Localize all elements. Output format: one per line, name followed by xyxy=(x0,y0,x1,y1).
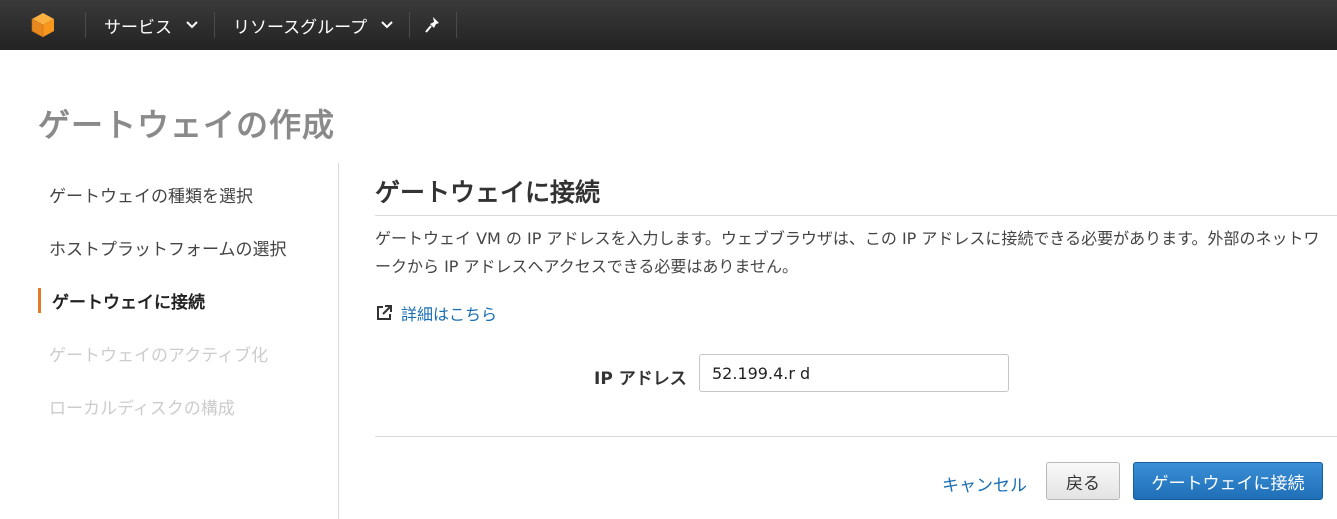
step-label: ホストプラットフォームの選択 xyxy=(49,240,287,260)
resource-groups-menu[interactable]: リソースグループ xyxy=(215,0,409,50)
aws-logo[interactable] xyxy=(0,0,85,50)
chevron-down-icon xyxy=(186,21,198,29)
panel-title: ゲートウェイに接続 xyxy=(375,178,601,207)
ip-address-label: IP アドレス xyxy=(594,369,687,389)
services-label: サービス xyxy=(104,17,172,38)
pin-button[interactable] xyxy=(410,0,456,50)
nav-separator xyxy=(456,12,458,38)
ip-address-input[interactable] xyxy=(699,354,1009,392)
learn-more-link[interactable]: 詳細はこちら xyxy=(375,301,1337,325)
chevron-down-icon xyxy=(381,21,393,29)
step-label: ゲートウェイのアクティブ化 xyxy=(49,346,269,366)
step-label: ゲートウェイの種類を選択 xyxy=(49,187,253,207)
step-select-host-platform[interactable]: ホストプラットフォームの選択 xyxy=(38,221,338,274)
resource-groups-label: リソースグループ xyxy=(233,17,368,38)
learn-more-label: 詳細はこちら xyxy=(401,305,498,324)
services-menu[interactable]: サービス xyxy=(86,0,214,50)
connect-gateway-panel: ゲートウェイに接続 ゲートウェイ VM の IP アドレスを入力します。ウェブブ… xyxy=(375,175,1337,500)
cancel-button[interactable]: キャンセル xyxy=(942,471,1027,496)
external-link-icon xyxy=(375,304,393,322)
step-select-gateway-type[interactable]: ゲートウェイの種類を選択 xyxy=(38,168,338,221)
vertical-divider xyxy=(338,163,339,519)
step-configure-local-disks: ローカルディスクの構成 xyxy=(38,380,338,433)
step-activate-gateway: ゲートウェイのアクティブ化 xyxy=(38,327,338,380)
step-label: ゲートウェイに接続 xyxy=(52,293,205,313)
top-navigation-bar: サービス リソースグループ xyxy=(0,0,1337,50)
footer-actions: キャンセル 戻る ゲートウェイに接続 xyxy=(375,462,1323,500)
wizard-steps: ゲートウェイの種類を選択 ホストプラットフォームの選択 ゲートウェイに接続 ゲー… xyxy=(38,168,338,433)
form-divider xyxy=(375,436,1337,437)
back-button[interactable]: 戻る xyxy=(1046,462,1120,500)
ip-address-row: IP アドレス xyxy=(375,354,1337,394)
step-connect-gateway[interactable]: ゲートウェイに接続 xyxy=(38,274,338,327)
step-label: ローカルディスクの構成 xyxy=(49,399,235,419)
panel-description: ゲートウェイ VM の IP アドレスを入力します。ウェブブラウザは、この IP… xyxy=(375,229,1320,276)
title-divider xyxy=(375,215,1337,216)
page-title: ゲートウェイの作成 xyxy=(38,106,336,144)
connect-gateway-button[interactable]: ゲートウェイに接続 xyxy=(1133,462,1323,500)
pin-icon xyxy=(425,17,440,33)
aws-cube-icon xyxy=(31,13,54,38)
